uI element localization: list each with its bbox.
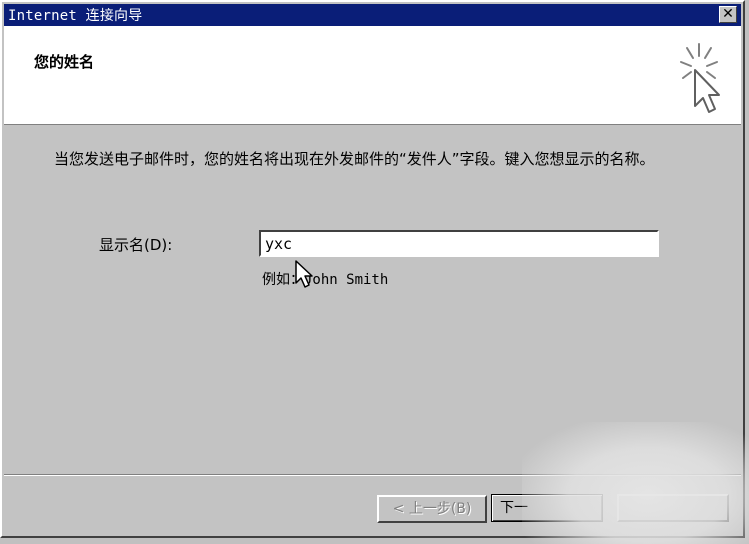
mouse-pointer-icon (295, 260, 313, 288)
blurred-overlay (522, 422, 749, 544)
wizard-sparkle-cursor-icon (680, 43, 720, 113)
page-heading: 您的姓名 (34, 53, 95, 71)
next-button[interactable]: 下一 (491, 494, 603, 522)
display-name-label: 显示名(D): (99, 236, 173, 254)
close-icon: ✕ (722, 6, 734, 22)
example-hint: 例如：John Smith (262, 272, 389, 288)
close-button[interactable]: ✕ (719, 6, 737, 23)
title-bar[interactable]: Internet 连接向导 ✕ (4, 4, 741, 26)
window-title: Internet 连接向导 (8, 8, 143, 24)
wizard-window: Internet 连接向导 ✕ 您的姓名 当您发送电子邮件时，您的姓名将出现在外… (0, 0, 749, 544)
footer-divider (4, 474, 741, 476)
display-name-input[interactable] (259, 230, 659, 257)
back-button[interactable]: < 上一步(B) (377, 495, 487, 523)
description-text: 当您发送电子邮件时，您的姓名将出现在外发邮件的“发件人”字段。键入您想显示的名称… (54, 150, 655, 168)
wizard-header: 您的姓名 (4, 26, 741, 125)
cancel-button[interactable] (617, 494, 729, 522)
